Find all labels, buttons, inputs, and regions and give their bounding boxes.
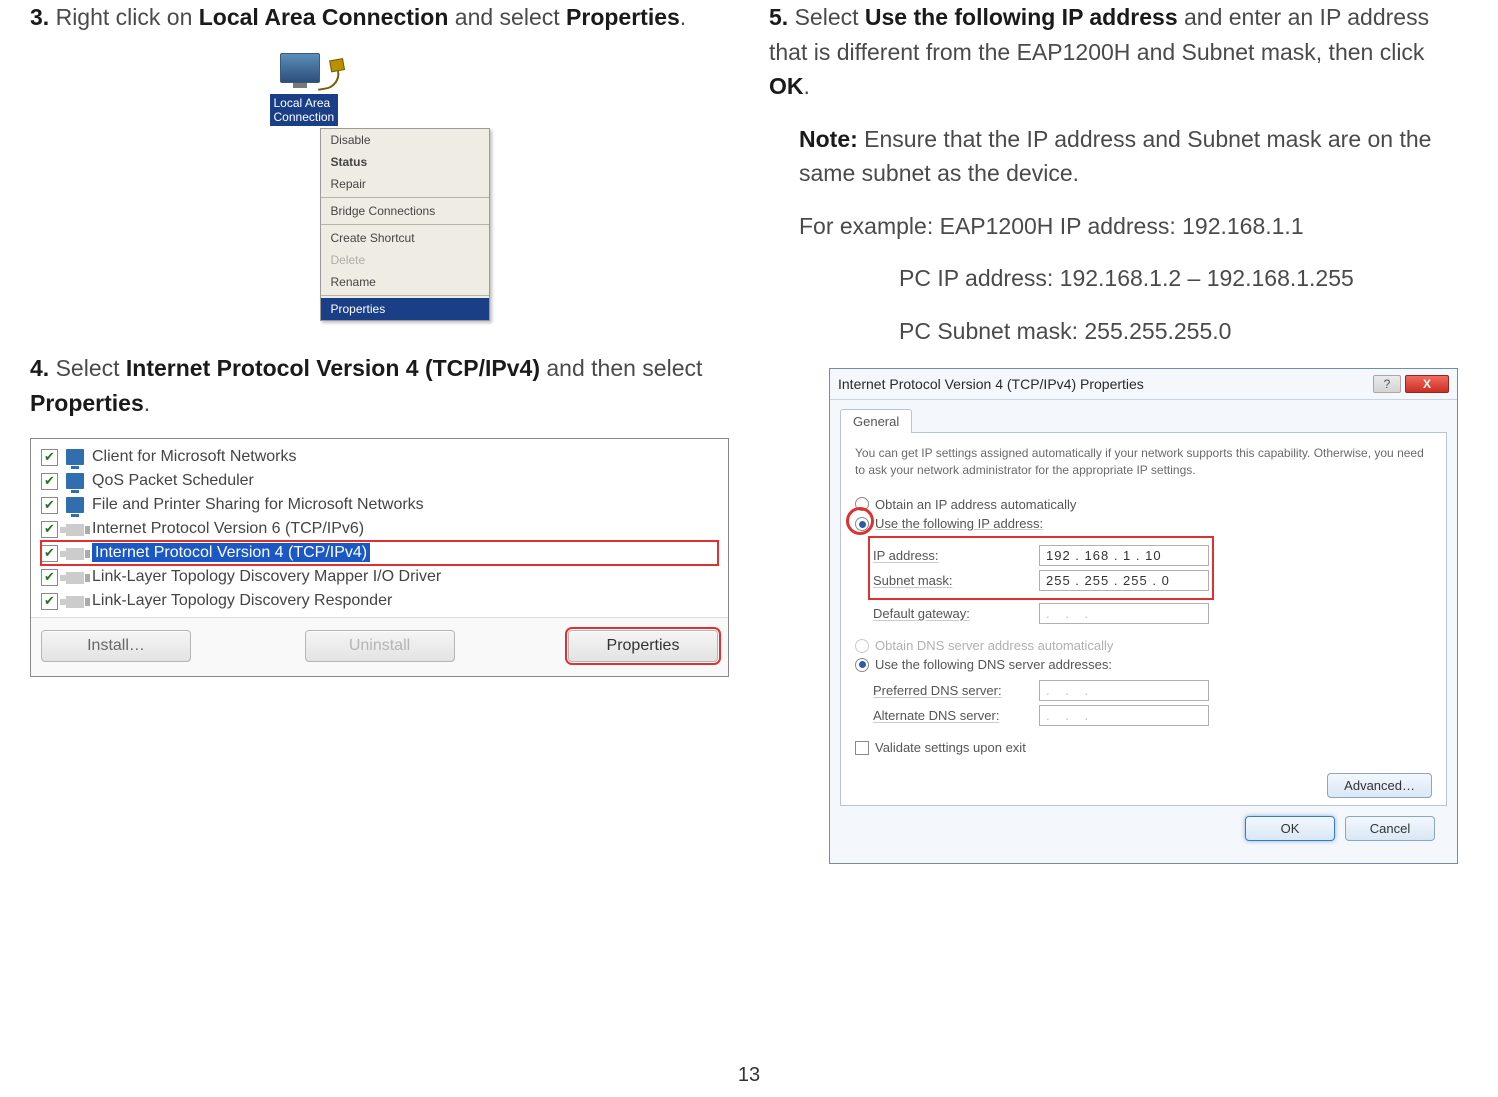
default-gateway-label: Default gateway: — [873, 606, 1023, 621]
network-service-icon — [66, 473, 84, 489]
conn-item[interactable]: ✔ QoS Packet Scheduler — [41, 469, 718, 493]
checkbox-icon[interactable]: ✔ — [41, 545, 58, 562]
ctx-disable[interactable]: Disable — [321, 129, 489, 151]
default-gateway-field[interactable]: . . . — [1039, 603, 1209, 624]
page-number: 13 — [738, 1064, 760, 1087]
pc-subnet-line: PC Subnet mask: 255.255.255.0 — [769, 314, 1468, 349]
subnet-mask-field[interactable]: 255 . 255 . 255 . 0 — [1039, 570, 1209, 591]
radio-obtain-dns-auto: Obtain DNS server address automatically — [855, 638, 1432, 653]
separator — [321, 295, 489, 296]
network-service-icon — [66, 497, 84, 513]
install-button[interactable]: Install… — [41, 630, 191, 662]
ctx-rename[interactable]: Rename — [321, 271, 489, 293]
ctx-delete: Delete — [321, 249, 489, 271]
step5-num: 5. — [769, 4, 788, 30]
protocol-icon — [66, 548, 84, 560]
checkbox-icon[interactable]: ✔ — [41, 449, 58, 466]
close-icon[interactable]: X — [1405, 375, 1449, 393]
step4-num: 4. — [30, 355, 49, 381]
cancel-button[interactable]: Cancel — [1345, 816, 1435, 841]
ctx-bridge[interactable]: Bridge Connections — [321, 200, 489, 222]
tab-general[interactable]: General — [840, 409, 912, 433]
checkbox-icon[interactable]: ✔ — [41, 473, 58, 490]
context-menu: Disable Status Repair Bridge Connections… — [320, 128, 490, 321]
radio-obtain-ip-auto[interactable]: Obtain an IP address automatically — [855, 497, 1432, 512]
protocol-icon — [66, 572, 84, 584]
local-area-connection-icon — [280, 53, 320, 83]
ctx-repair[interactable]: Repair — [321, 173, 489, 195]
figure-ipv4-properties-dialog: Internet Protocol Version 4 (TCP/IPv4) P… — [829, 368, 1458, 864]
network-client-icon — [66, 449, 84, 465]
ip-address-label: IP address: — [873, 548, 1023, 563]
figure-connection-items: ✔ Client for Microsoft Networks ✔ QoS Pa… — [30, 438, 729, 677]
properties-button[interactable]: Properties — [568, 630, 718, 662]
step5-text: 5. Select Use the following IP address a… — [769, 0, 1468, 104]
conn-item-ipv4-highlighted[interactable]: ✔ Internet Protocol Version 4 (TCP/IPv4) — [41, 541, 718, 565]
separator — [321, 224, 489, 225]
ip-fields-highlight: IP address: 192 . 168 . 1 . 10 Subnet ma… — [869, 537, 1213, 599]
conn-item[interactable]: ✔ Link-Layer Topology Discovery Responde… — [41, 589, 718, 613]
subnet-mask-label: Subnet mask: — [873, 573, 1023, 588]
pc-ip-line: PC IP address: 192.168.1.2 – 192.168.1.2… — [769, 261, 1468, 296]
ctx-shortcut[interactable]: Create Shortcut — [321, 227, 489, 249]
radio-use-following-ip[interactable]: Use the following IP address: — [855, 516, 1432, 532]
conn-item[interactable]: ✔ Client for Microsoft Networks — [41, 445, 718, 469]
separator — [321, 197, 489, 198]
figure-local-area-connection: Local Area Connection Disable Status Rep… — [30, 53, 729, 322]
local-area-connection-label: Local Area Connection — [270, 94, 339, 127]
step4-text: 4. Select Internet Protocol Version 4 (T… — [30, 351, 729, 420]
highlight-circle — [846, 507, 874, 535]
preferred-dns-label: Preferred DNS server: — [873, 683, 1023, 698]
protocol-icon — [66, 524, 84, 536]
ok-button[interactable]: OK — [1245, 816, 1335, 841]
advanced-button[interactable]: Advanced… — [1327, 773, 1432, 798]
conn-item[interactable]: ✔ Link-Layer Topology Discovery Mapper I… — [41, 565, 718, 589]
checkbox-icon[interactable] — [855, 741, 869, 755]
alternate-dns-label: Alternate DNS server: — [873, 708, 1023, 723]
validate-checkbox-row[interactable]: Validate settings upon exit — [855, 740, 1432, 755]
step3-text: 3. Right click on Local Area Connection … — [30, 0, 729, 35]
example-line: For example: EAP1200H IP address: 192.16… — [769, 209, 1468, 244]
checkbox-icon[interactable]: ✔ — [41, 593, 58, 610]
checkbox-icon[interactable]: ✔ — [41, 497, 58, 514]
note-text: Note: Ensure that the IP address and Sub… — [769, 122, 1468, 191]
conn-item[interactable]: ✔ File and Printer Sharing for Microsoft… — [41, 493, 718, 517]
radio-icon — [855, 639, 869, 653]
ctx-properties[interactable]: Properties — [321, 298, 489, 320]
radio-use-following-dns[interactable]: Use the following DNS server addresses: — [855, 657, 1432, 672]
conn-item[interactable]: ✔ Internet Protocol Version 6 (TCP/IPv6) — [41, 517, 718, 541]
alternate-dns-field[interactable]: . . . — [1039, 705, 1209, 726]
dialog-description: You can get IP settings assigned automat… — [855, 445, 1432, 479]
radio-icon[interactable] — [855, 658, 869, 672]
checkbox-icon[interactable]: ✔ — [41, 521, 58, 538]
uninstall-button: Uninstall — [305, 630, 455, 662]
dialog-title: Internet Protocol Version 4 (TCP/IPv4) P… — [838, 376, 1144, 392]
step3-num: 3. — [30, 4, 49, 30]
help-icon[interactable]: ? — [1373, 375, 1401, 393]
protocol-icon — [66, 596, 84, 608]
checkbox-icon[interactable]: ✔ — [41, 569, 58, 586]
ip-address-field[interactable]: 192 . 168 . 1 . 10 — [1039, 545, 1209, 566]
preferred-dns-field[interactable]: . . . — [1039, 680, 1209, 701]
ctx-status[interactable]: Status — [321, 151, 489, 173]
